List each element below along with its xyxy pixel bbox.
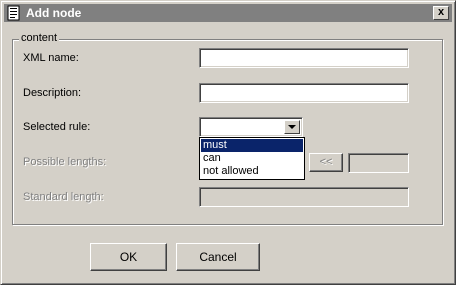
add-node-dialog: Add node x content XML name: Description…	[0, 0, 456, 285]
description-label: Description:	[23, 87, 82, 99]
description-input[interactable]	[199, 83, 409, 103]
xml-name-input[interactable]	[199, 48, 409, 68]
chevron-down-icon[interactable]	[284, 120, 300, 134]
title-bar[interactable]: Add node x	[4, 4, 452, 22]
move-left-button[interactable]: <<	[309, 153, 343, 172]
standard-length-input[interactable]	[199, 187, 409, 207]
close-icon: x	[437, 6, 445, 18]
dialog-title: Add node	[26, 6, 82, 20]
standard-length-label: Standard length:	[23, 191, 104, 203]
xml-name-label: XML name:	[23, 52, 79, 64]
selected-rule-select[interactable]	[199, 117, 303, 137]
possible-lengths-label: Possible lengths:	[23, 156, 107, 168]
selected-rule-label: Selected rule:	[23, 121, 91, 133]
group-label: content	[19, 32, 60, 44]
rule-option-not-allowed[interactable]: not allowed	[201, 165, 303, 178]
close-button[interactable]: x	[433, 6, 449, 20]
rule-option-can[interactable]: can	[201, 152, 303, 165]
cancel-button[interactable]: Cancel	[176, 243, 260, 271]
ok-button[interactable]: OK	[90, 243, 167, 271]
possible-lengths-input[interactable]	[348, 153, 409, 173]
rule-option-must[interactable]: must	[201, 139, 303, 152]
document-icon	[7, 5, 21, 21]
rule-dropdown-list: must can not allowed	[199, 137, 305, 180]
